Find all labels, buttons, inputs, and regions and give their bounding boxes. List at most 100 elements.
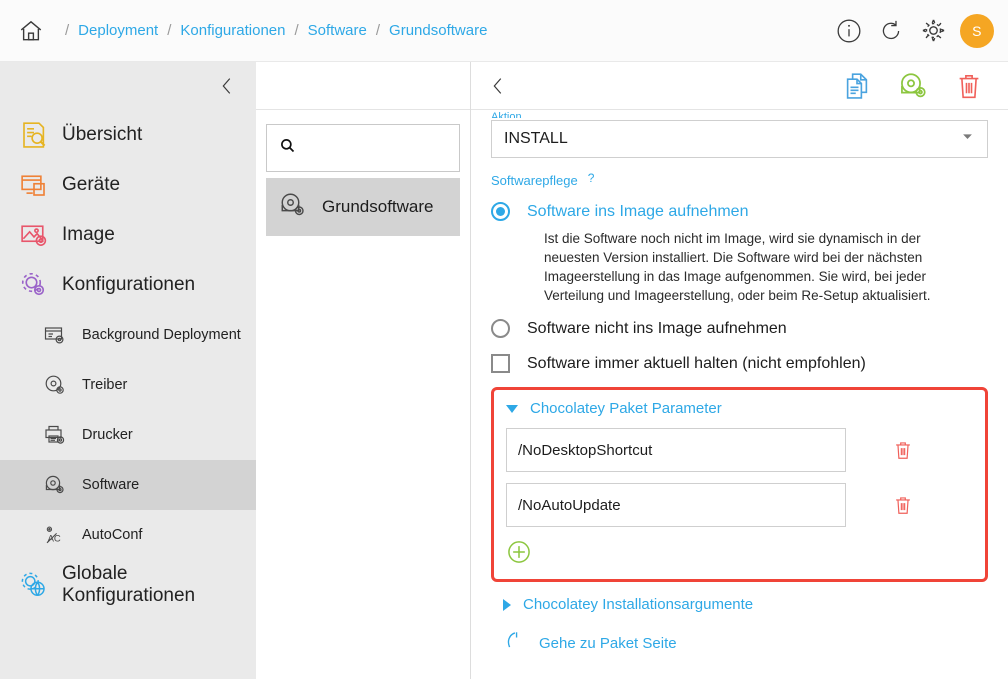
breadcrumb: / Deployment / Konfigurationen / Softwar… (56, 22, 487, 39)
radio-label: Software ins Image aufnehmen (527, 202, 749, 220)
sidebar-item-label: Drucker (82, 427, 133, 443)
help-icon[interactable]: ? (588, 171, 595, 185)
devices-icon (14, 170, 54, 200)
sidebar-collapse-button[interactable] (0, 62, 256, 110)
sidebar: Übersicht Geräte Image Konfigurationen B… (0, 62, 256, 679)
triangle-down-icon (506, 404, 518, 413)
list-item-label: Grundsoftware (322, 197, 434, 216)
detail-toolbar (471, 62, 1008, 110)
external-link-icon (503, 629, 525, 658)
radio-software-nicht-ins-image-aufnehmen[interactable]: Software nicht ins Image aufnehmen (491, 319, 988, 338)
breadcrumb-item-deployment[interactable]: Deployment (78, 22, 158, 39)
sidebar-item-autoconf[interactable]: AC AutoConf (0, 510, 256, 560)
softwarepflege-label-row: Softwarepflege ? (491, 171, 988, 188)
detail-toolbar-actions (840, 69, 986, 103)
radio-button-unselected[interactable] (491, 319, 510, 338)
autoconf-icon: AC (38, 523, 72, 547)
package-page-link[interactable]: Gehe zu Paket Seite (491, 629, 988, 658)
back-button[interactable] (481, 69, 515, 103)
overview-icon (14, 120, 54, 150)
checkbox-unchecked[interactable] (491, 354, 510, 373)
top-header: / Deployment / Konfigurationen / Softwar… (0, 0, 1008, 62)
add-icon[interactable] (506, 539, 532, 565)
sidebar-item-label: Software (82, 477, 140, 493)
checkbox-label: Software immer aktuell halten (nicht emp… (527, 354, 866, 372)
global-configurations-icon (14, 570, 54, 600)
package-parameter-row (506, 483, 973, 527)
sidebar-item-image[interactable]: Image (0, 210, 256, 260)
list-panel-topbar (256, 62, 470, 110)
refresh-icon[interactable] (876, 16, 906, 46)
delete-icon[interactable] (892, 438, 914, 462)
sidebar-item-konfigurationen[interactable]: Konfigurationen (0, 260, 256, 310)
sidebar-item-label: Treiber (82, 377, 128, 393)
package-parameter-input-2[interactable] (506, 483, 846, 527)
breadcrumb-separator: / (375, 22, 381, 39)
triangle-right-icon (503, 598, 511, 611)
breadcrumb-item-software[interactable]: Software (308, 22, 367, 39)
sidebar-item-background-deployment[interactable]: Background Deployment (0, 310, 256, 360)
detail-panel: Aktion INSTALL Softwarepflege ? Software… (471, 62, 1008, 679)
breadcrumb-item-grundsoftware[interactable]: Grundsoftware (389, 22, 487, 39)
install-arguments-title: Chocolatey Installationsargumente (523, 596, 754, 613)
avatar-initial: S (972, 22, 982, 39)
radio-button-selected[interactable] (491, 202, 510, 221)
list-panel: Grundsoftware (256, 62, 471, 679)
detail-body: Aktion INSTALL Softwarepflege ? Software… (471, 110, 1008, 679)
delete-icon[interactable] (892, 493, 914, 517)
softwarepflege-label: Softwarepflege (491, 173, 578, 188)
app-root: / Deployment / Konfigurationen / Softwar… (0, 0, 1008, 679)
package-page-link-label: Gehe zu Paket Seite (539, 635, 677, 652)
radio-label: Software nicht ins Image aufnehmen (527, 319, 787, 337)
background-deployment-icon (38, 323, 72, 347)
search-input[interactable] (306, 140, 447, 156)
sidebar-item-globale-konfigurationen[interactable]: Globale Konfigurationen (0, 560, 256, 610)
sidebar-item-software[interactable]: Software (0, 460, 256, 510)
package-parameter-row (506, 428, 973, 472)
clipped-field-label: Aktion (491, 111, 522, 118)
breadcrumb-separator: / (294, 22, 299, 39)
image-icon (14, 220, 54, 250)
info-icon[interactable] (834, 16, 864, 46)
home-icon[interactable] (14, 14, 48, 48)
driver-icon (38, 373, 72, 397)
delete-icon[interactable] (952, 69, 986, 103)
action-select-value: INSTALL (504, 130, 568, 147)
software-icon (278, 190, 308, 225)
package-parameters-title: Chocolatey Paket Parameter (530, 400, 722, 417)
radio-software-ins-image-aufnehmen[interactable]: Software ins Image aufnehmen (491, 202, 988, 221)
sidebar-item-label: Globale Konfigurationen (62, 563, 196, 606)
breadcrumb-separator: / (65, 22, 70, 39)
checkbox-software-immer-aktuell-halten[interactable]: Software immer aktuell halten (nicht emp… (491, 354, 988, 373)
configurations-icon (14, 270, 54, 300)
printer-icon (38, 423, 72, 447)
action-select[interactable]: INSTALL (491, 120, 988, 158)
header-actions: S (834, 13, 994, 48)
sidebar-item-label: AutoConf (82, 527, 143, 543)
breadcrumb-item-konfigurationen[interactable]: Konfigurationen (180, 22, 285, 39)
chevron-down-icon (960, 129, 975, 149)
software-package-icon[interactable] (896, 69, 930, 103)
sidebar-item-label: Image (62, 224, 115, 245)
sidebar-item-treiber[interactable]: Treiber (0, 360, 256, 410)
install-arguments-accordion-header[interactable]: Chocolatey Installationsargumente (491, 596, 988, 613)
sidebar-item-geraete[interactable]: Geräte (0, 160, 256, 210)
avatar[interactable]: S (960, 13, 994, 48)
search-box[interactable] (266, 124, 460, 172)
list-item-grundsoftware[interactable]: Grundsoftware (266, 178, 460, 236)
package-parameter-input-1[interactable] (506, 428, 846, 472)
copy-document-icon[interactable] (840, 69, 874, 103)
search-icon (279, 137, 296, 159)
sidebar-item-label: Geräte (62, 174, 121, 195)
package-parameters-accordion-header[interactable]: Chocolatey Paket Parameter (506, 400, 973, 417)
sidebar-item-label: Konfigurationen (62, 274, 196, 295)
gear-icon[interactable] (918, 16, 948, 46)
sidebar-item-label: Übersicht (62, 124, 143, 145)
radio-description: Ist die Software noch nicht im Image, wi… (544, 231, 931, 303)
software-icon (38, 473, 72, 497)
breadcrumb-separator: / (167, 22, 172, 39)
sidebar-item-uebersicht[interactable]: Übersicht (0, 110, 256, 160)
package-parameters-section: Chocolatey Paket Parameter (491, 387, 988, 582)
sidebar-item-label: Background Deployment (82, 327, 241, 343)
sidebar-item-drucker[interactable]: Drucker (0, 410, 256, 460)
